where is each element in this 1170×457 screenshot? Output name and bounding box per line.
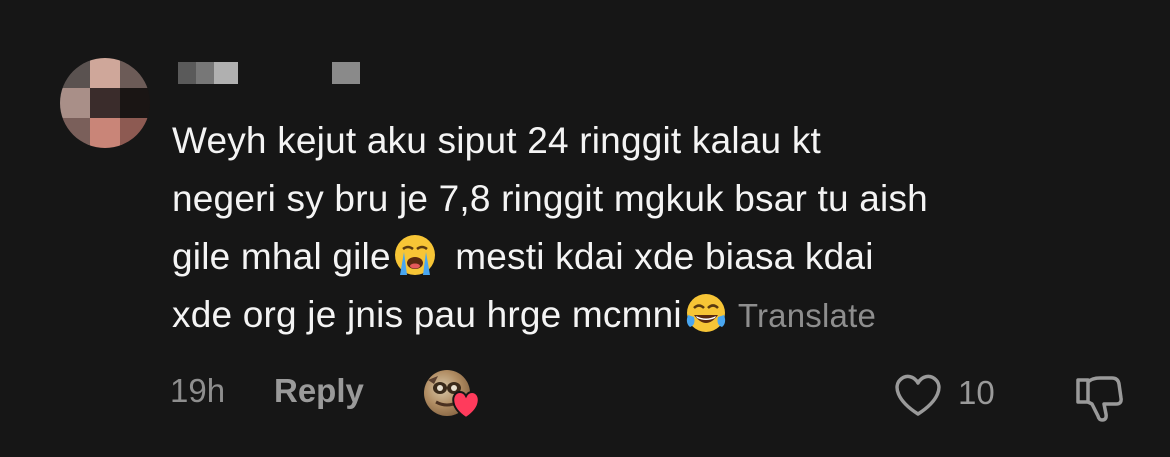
- comment-line: Weyh kejut aku siput 24 ringgit kalau kt: [172, 120, 821, 161]
- commenter-avatar[interactable]: [60, 58, 150, 148]
- thumbs-down-icon[interactable]: [1072, 372, 1124, 424]
- loudly-crying-face-icon: [394, 235, 435, 275]
- heart-outline-icon[interactable]: [892, 372, 944, 418]
- comment-text: Weyh kejut aku siput 24 ringgit kalau kt…: [172, 112, 1152, 345]
- commenter-username[interactable]: [178, 62, 368, 84]
- creator-liked-badge: [424, 370, 482, 422]
- like-count: 10: [958, 374, 995, 411]
- face-with-tears-of-joy-icon: [686, 294, 725, 332]
- comment-line: negeri sy bru je 7,8 ringgit mgkuk bsar …: [172, 178, 928, 219]
- like-button[interactable]: 10: [892, 370, 1002, 420]
- reply-button[interactable]: Reply: [274, 372, 364, 410]
- heart-icon: [452, 390, 480, 420]
- comment-line: gile mhal gile: [172, 236, 391, 277]
- comment-line: xde org je jnis pau hrge mcmni: [172, 294, 682, 335]
- comment-line: mesti kdai xde biasa kdai: [455, 236, 874, 277]
- comment-item: Weyh kejut aku siput 24 ringgit kalau kt…: [0, 0, 1170, 457]
- translate-link[interactable]: Translate: [738, 297, 876, 334]
- comment-timestamp: 19h: [170, 372, 226, 409]
